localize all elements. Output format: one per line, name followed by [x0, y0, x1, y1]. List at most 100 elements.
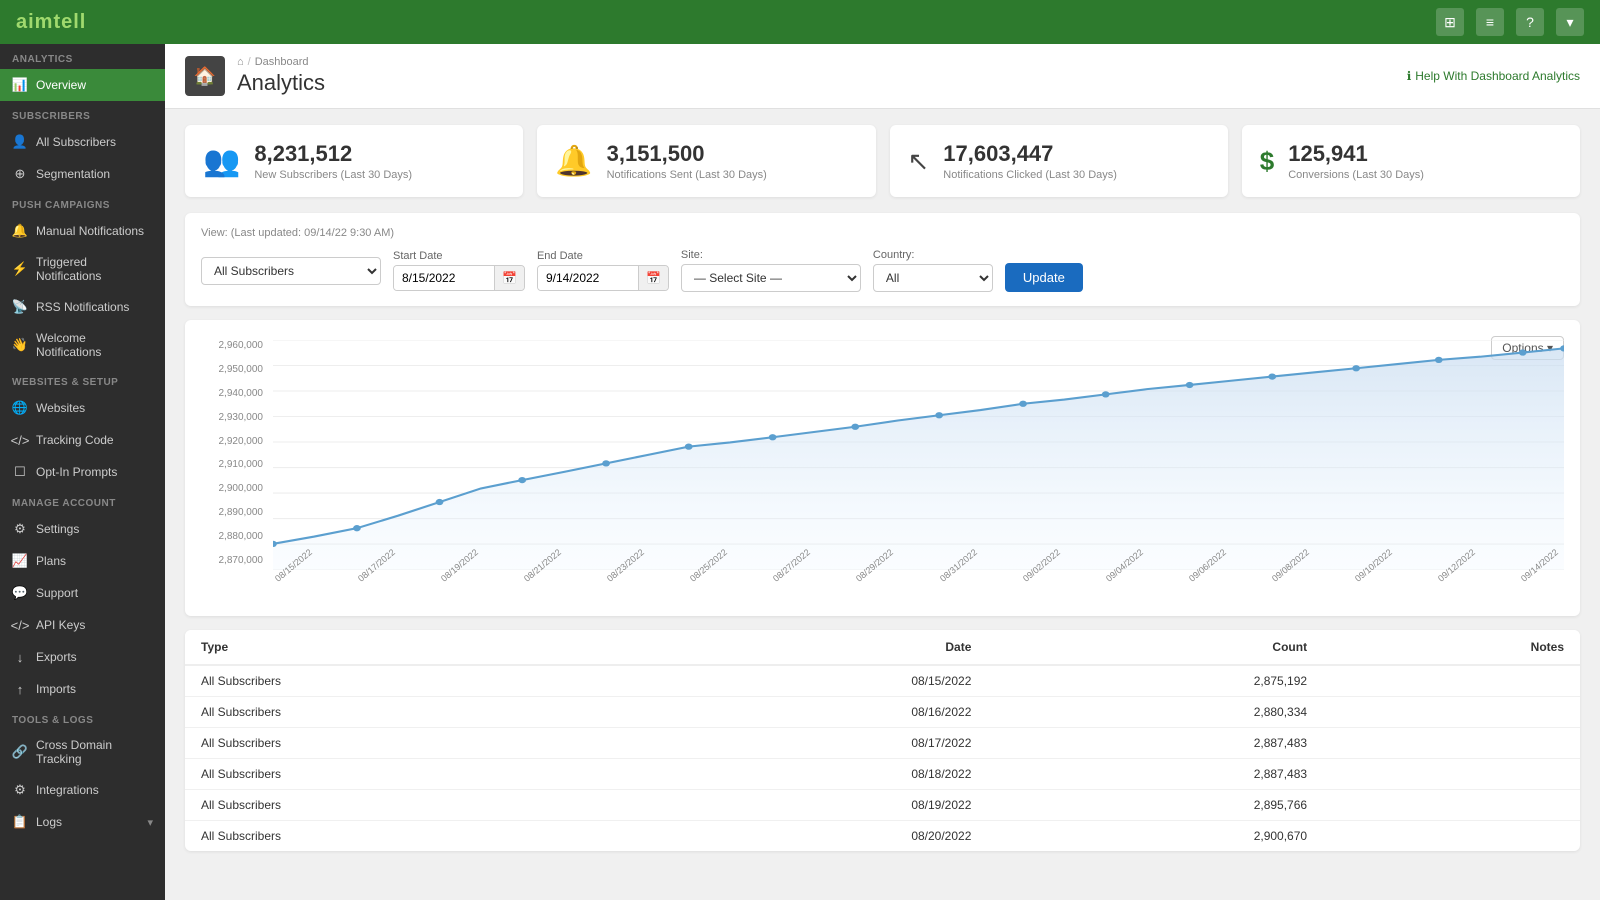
sidebar-item-support[interactable]: 💬 Support — [0, 577, 165, 609]
table-row: All Subscribers 08/19/2022 2,895,766 — [185, 790, 1580, 821]
stat-label: New Subscribers (Last 30 Days) — [254, 169, 412, 181]
sidebar-item-label: Segmentation — [36, 167, 110, 181]
sidebar-item-label: Exports — [36, 650, 77, 664]
site-select[interactable]: — Select Site — — [681, 264, 861, 292]
opt-in-icon: ☐ — [12, 464, 28, 480]
sidebar-item-all-subscribers[interactable]: 👤 All Subscribers — [0, 126, 165, 158]
stat-label: Conversions (Last 30 Days) — [1288, 169, 1424, 181]
welcome-icon: 👋 — [12, 337, 28, 353]
cell-notes — [1323, 759, 1580, 790]
y-label-7: 2,890,000 — [201, 507, 271, 518]
nav-grid-icon[interactable]: ⊞ — [1436, 8, 1464, 36]
nav-dropdown-icon[interactable]: ▾ — [1556, 8, 1584, 36]
breadcrumb-dashboard: Dashboard — [255, 56, 309, 68]
nav-help-icon[interactable]: ? — [1516, 8, 1544, 36]
sidebar-item-label: Support — [36, 586, 78, 600]
update-button[interactable]: Update — [1005, 263, 1083, 292]
chart-y-labels: 2,960,000 2,950,000 2,940,000 2,930,000 … — [201, 340, 271, 570]
sidebar-item-websites[interactable]: 🌐 Websites — [0, 392, 165, 424]
page-header-titles: ⌂ / Dashboard Analytics — [237, 56, 325, 96]
cell-count: 2,887,483 — [987, 728, 1323, 759]
sidebar-item-label: Integrations — [36, 783, 99, 797]
tools-logs-section-label: TOOLS & LOGS — [0, 705, 165, 730]
help-link[interactable]: ℹ Help With Dashboard Analytics — [1407, 69, 1580, 83]
cell-date: 08/17/2022 — [625, 728, 987, 759]
logo-text: aim — [16, 11, 53, 33]
sidebar-item-manual-notifications[interactable]: 🔔 Manual Notifications — [0, 215, 165, 247]
end-date-calendar-icon[interactable]: 📅 — [638, 266, 668, 290]
cell-type: All Subscribers — [185, 759, 625, 790]
sidebar-item-label: Tracking Code — [36, 433, 114, 447]
chart-x-labels: 08/15/2022 08/17/2022 08/19/2022 08/21/2… — [273, 572, 1564, 600]
cell-date: 08/15/2022 — [625, 665, 987, 697]
table-row: All Subscribers 08/15/2022 2,875,192 — [185, 665, 1580, 697]
page-header-left: 🏠 ⌂ / Dashboard Analytics — [185, 56, 325, 96]
start-date-calendar-icon[interactable]: 📅 — [494, 266, 524, 290]
sidebar-item-logs[interactable]: 📋 Logs ▾ — [0, 806, 165, 838]
country-select[interactable]: All — [873, 264, 993, 292]
stat-label: Notifications Sent (Last 30 Days) — [607, 169, 767, 181]
data-table: Type Date Count Notes All Subscribers 08… — [185, 630, 1580, 851]
stat-content: 3,151,500 Notifications Sent (Last 30 Da… — [607, 141, 767, 181]
stat-content: 17,603,447 Notifications Clicked (Last 3… — [943, 141, 1117, 181]
chart-dot — [685, 444, 693, 450]
sidebar-item-rss-notifications[interactable]: 📡 RSS Notifications — [0, 291, 165, 323]
y-label-8: 2,880,000 — [201, 531, 271, 542]
sidebar-item-cross-domain[interactable]: 🔗 Cross Domain Tracking — [0, 730, 165, 774]
chart-dot — [769, 434, 777, 440]
help-text: Help With Dashboard Analytics — [1415, 69, 1580, 83]
home-icon-box[interactable]: 🏠 — [185, 56, 225, 96]
stat-value: 17,603,447 — [943, 141, 1117, 167]
sidebar-item-opt-in-prompts[interactable]: ☐ Opt-In Prompts — [0, 456, 165, 488]
push-campaigns-section-label: PUSH CAMPAIGNS — [0, 190, 165, 215]
top-nav-right: ⊞ ≡ ? ▾ — [1436, 8, 1584, 36]
page-header: 🏠 ⌂ / Dashboard Analytics ℹ Help With Da… — [165, 44, 1600, 109]
sidebar-item-exports[interactable]: ↓ Exports — [0, 641, 165, 673]
cursor-stat-icon: ↖ — [908, 146, 930, 177]
filter-row: All Subscribers Start Date 📅 End Date 📅 — [201, 249, 1564, 292]
chart-dot — [353, 525, 361, 531]
end-date-label: End Date — [537, 250, 669, 262]
chart-svg-wrap — [273, 340, 1564, 570]
start-date-input-wrap: 📅 — [393, 265, 525, 291]
logo-highlight: tell — [53, 11, 86, 33]
sidebar-item-plans[interactable]: 📈 Plans — [0, 545, 165, 577]
nav-bar-icon[interactable]: ≡ — [1476, 8, 1504, 36]
sidebar-item-settings[interactable]: ⚙ Settings — [0, 513, 165, 545]
chart-dot — [518, 477, 526, 483]
logs-icon: 📋 — [12, 814, 28, 830]
help-circle-icon: ℹ — [1407, 69, 1412, 83]
view-select[interactable]: All Subscribers — [201, 257, 381, 285]
table-header-row: Type Date Count Notes — [185, 630, 1580, 665]
sidebar-item-api-keys[interactable]: </> API Keys — [0, 609, 165, 641]
subscribers-section-label: SUBSCRIBERS — [0, 101, 165, 126]
cell-type: All Subscribers — [185, 697, 625, 728]
cell-count: 2,900,670 — [987, 821, 1323, 852]
sidebar-item-label: Triggered Notifications — [36, 255, 153, 283]
api-keys-icon: </> — [12, 617, 28, 633]
sidebar-item-integrations[interactable]: ⚙ Integrations — [0, 774, 165, 806]
col-count: Count — [987, 630, 1323, 665]
triggered-icon: ⚡ — [12, 261, 28, 277]
cell-date: 08/20/2022 — [625, 821, 987, 852]
sidebar-item-tracking-code[interactable]: </> Tracking Code — [0, 424, 165, 456]
chart-dot — [1268, 373, 1276, 379]
stat-card-notifications-sent: 🔔 3,151,500 Notifications Sent (Last 30 … — [537, 125, 875, 197]
filter-bar: View: (Last updated: 09/14/22 9:30 AM) A… — [185, 213, 1580, 306]
cross-domain-icon: 🔗 — [12, 744, 28, 760]
y-label-6: 2,900,000 — [201, 483, 271, 494]
start-date-input[interactable] — [394, 266, 494, 290]
sidebar-item-triggered-notifications[interactable]: ⚡ Triggered Notifications — [0, 247, 165, 291]
sidebar-item-overview[interactable]: 📊 Overview — [0, 69, 165, 101]
sidebar-item-label: Websites — [36, 401, 85, 415]
sidebar-item-imports[interactable]: ↑ Imports — [0, 673, 165, 705]
cell-type: All Subscribers — [185, 821, 625, 852]
sidebar-item-segmentation[interactable]: ⊕ Segmentation — [0, 158, 165, 190]
cell-count: 2,880,334 — [987, 697, 1323, 728]
stat-label: Notifications Clicked (Last 30 Days) — [943, 169, 1117, 181]
conversions-stat-icon: $ — [1260, 146, 1274, 177]
cell-count: 2,887,483 — [987, 759, 1323, 790]
chart-dot — [1019, 401, 1027, 407]
end-date-input[interactable] — [538, 266, 638, 290]
sidebar-item-welcome-notifications[interactable]: 👋 Welcome Notifications — [0, 323, 165, 367]
